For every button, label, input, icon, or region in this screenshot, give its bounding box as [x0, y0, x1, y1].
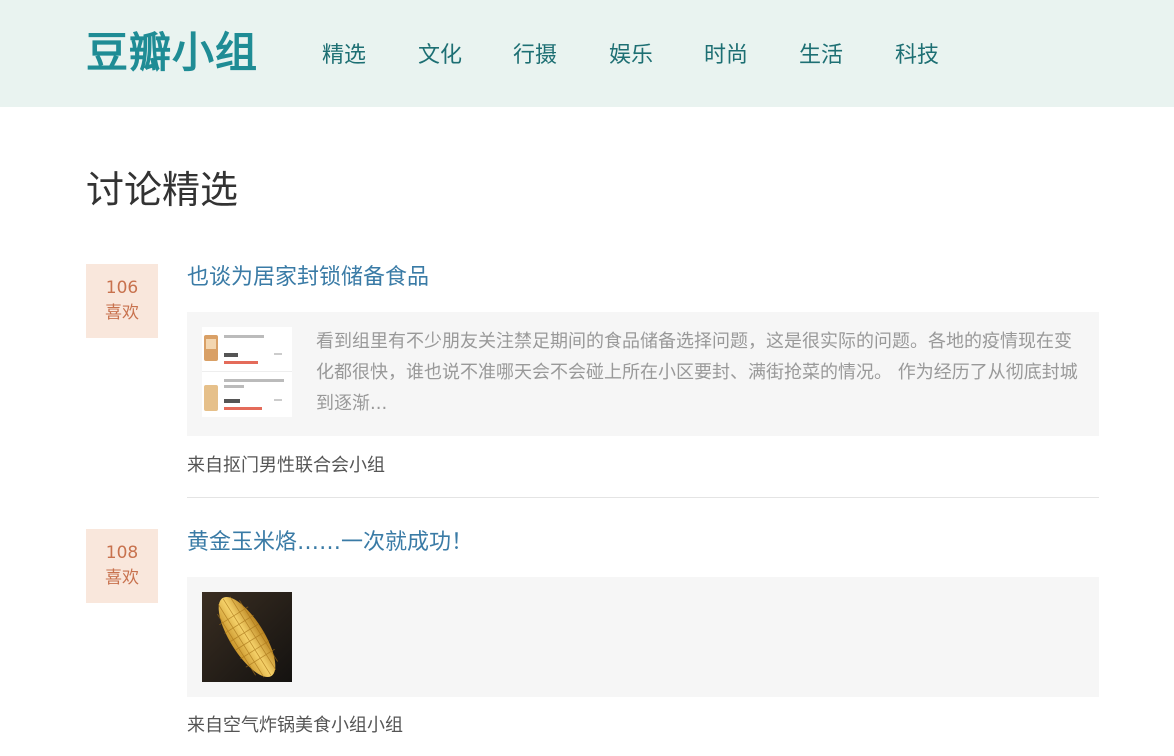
nav-item-culture[interactable]: 文化: [418, 40, 462, 72]
nav-item-entertainment[interactable]: 娱乐: [609, 40, 653, 72]
post-title-link[interactable]: 也谈为居家封锁储备食品: [187, 263, 429, 293]
group-source-link[interactable]: 来自抠门男性联合会小组: [187, 453, 385, 479]
post-title-link[interactable]: 黄金玉米烙……一次就成功！: [187, 528, 473, 558]
nav-item-fashion[interactable]: 时尚: [704, 40, 748, 72]
shopping-list-screenshot-thumbnail[interactable]: [202, 327, 292, 417]
likes-badge: 106 喜欢: [86, 264, 158, 338]
post-preview[interactable]: 看到组里有不少朋友关注禁足期间的食品储备选择问题，这是很实际的问题。各地的疫情现…: [187, 312, 1099, 436]
post-divider: [187, 497, 1099, 498]
group-source-link[interactable]: 来自空气炸锅美食小组小组: [187, 713, 403, 739]
corn-image: [202, 592, 292, 682]
likes-label: 喜欢: [105, 568, 139, 588]
likes-label: 喜欢: [105, 303, 139, 323]
page-title: 讨论精选: [86, 168, 239, 212]
likes-count: 106: [105, 278, 139, 298]
site-logo[interactable]: 豆瓣小组: [86, 28, 258, 78]
post-excerpt: 看到组里有不少朋友关注禁足期间的食品储备选择问题，这是很实际的问题。各地的疫情现…: [316, 331, 1078, 414]
nav-item-featured[interactable]: 精选: [322, 40, 366, 72]
nav-item-travel-photo[interactable]: 行摄: [513, 40, 557, 72]
likes-badge: 108 喜欢: [86, 529, 158, 603]
post-preview[interactable]: [187, 577, 1099, 697]
nav-item-tech[interactable]: 科技: [895, 40, 939, 72]
nav-item-life[interactable]: 生活: [799, 40, 843, 72]
likes-count: 108: [105, 543, 139, 563]
corn-photo-thumbnail[interactable]: [202, 592, 292, 682]
site-header: 豆瓣小组 精选 文化 行摄 娱乐 时尚 生活 科技: [0, 0, 1174, 107]
shopping-list-image: [202, 327, 292, 417]
